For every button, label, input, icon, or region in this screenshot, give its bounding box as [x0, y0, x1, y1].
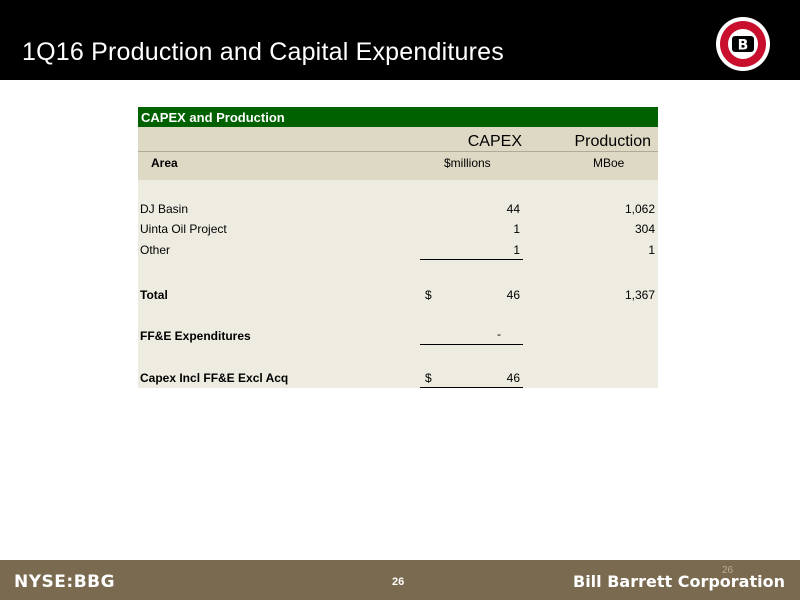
header-divider: [138, 151, 658, 152]
logo-letter: B: [738, 38, 749, 54]
ticker-symbol: NYSE:BBG: [14, 572, 116, 592]
table-title: CAPEX and Production: [138, 107, 658, 127]
row-label: DJ Basin: [140, 202, 189, 216]
capex-production-table: CAPEX and Production CAPEX Production Ar…: [138, 107, 658, 388]
production-column-header: Production: [574, 133, 652, 150]
company-name: Bill Barrett Corporation: [573, 572, 785, 591]
capex-column-header: CAPEX: [467, 133, 522, 150]
slide-title: 1Q16 Production and Capital Expenditures: [22, 38, 504, 66]
capex-incl-underline: [420, 387, 523, 388]
row-capex: 1: [513, 243, 520, 257]
total-capex: 46: [506, 288, 520, 302]
row-label: Uinta Oil Project: [140, 222, 227, 236]
row-production: 1: [648, 243, 655, 257]
row-capex: 1: [513, 222, 520, 236]
row-production: 304: [634, 222, 655, 236]
total-label: Total: [140, 288, 168, 302]
capex-incl-value: 46: [506, 371, 520, 385]
capex-unit: $millions: [444, 156, 491, 170]
company-logo: B: [716, 17, 770, 71]
row-capex: 44: [506, 202, 520, 216]
ffe-capex: -: [497, 327, 501, 341]
subtotal-underline: [420, 259, 523, 260]
total-production: 1,367: [624, 288, 655, 302]
capex-incl-label: Capex Incl FF&E Excl Acq: [140, 371, 289, 385]
production-unit: MBoe: [593, 156, 625, 170]
total-dollar-sign: $: [425, 288, 432, 302]
ffe-label: FF&E Expenditures: [140, 329, 251, 343]
area-header: Area: [151, 156, 178, 170]
page-number: 26: [392, 576, 405, 588]
row-label: Other: [140, 243, 171, 257]
capex-incl-dollar-sign: $: [425, 371, 432, 385]
ffe-underline: [420, 344, 523, 345]
row-production: 1,062: [624, 202, 655, 216]
